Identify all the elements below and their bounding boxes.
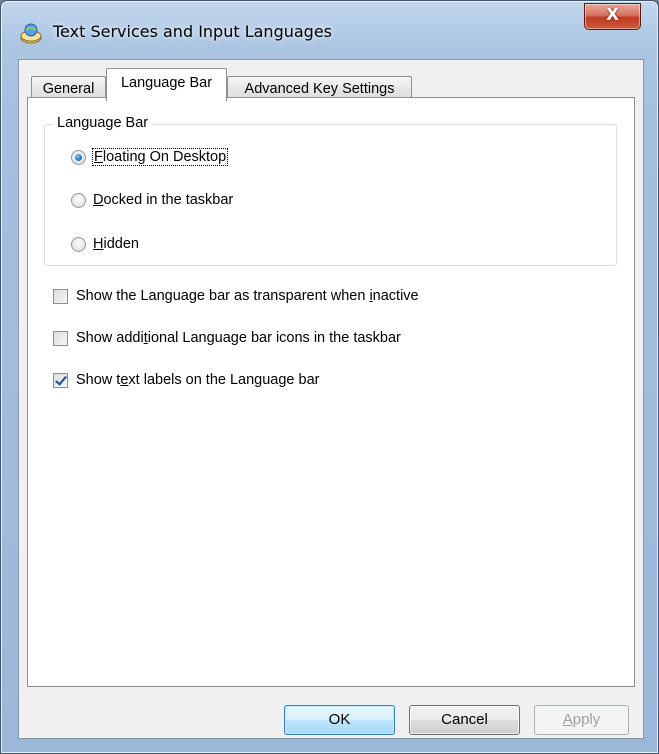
ok-button[interactable]: OK [284,705,395,735]
radio-docked-in-taskbar[interactable]: Docked in the taskbar [71,192,233,208]
checkbox-text-labels-label: Show text labels on the Language bar [76,372,320,388]
title-bar[interactable]: Text Services and Input Languages X [1,1,658,59]
keyboard-globe-icon [20,23,42,44]
dialog-window: Text Services and Input Languages X Gene… [0,0,659,754]
tab-advanced-key-settings-label: Advanced Key Settings [244,81,395,97]
tab-general-label: General [42,81,95,97]
apply-button-label: Apply [562,711,601,728]
ok-button-label: OK [328,711,351,728]
close-button[interactable]: X [584,3,641,30]
checkbox-transparent-when-inactive[interactable]: Show the Language bar as transparent whe… [53,288,419,304]
tab-language-bar[interactable]: Language Bar [106,68,227,101]
cancel-button[interactable]: Cancel [409,705,520,735]
checkbox-transparent-label: Show the Language bar as transparent whe… [76,288,419,304]
cancel-button-label: Cancel [441,711,488,728]
checkbox-additional-icons-label: Show additional Language bar icons in th… [76,330,401,346]
radio-floating-on-desktop[interactable]: Floating On Desktop [71,148,229,166]
radio-floating-label: Floating On Desktop [91,148,229,166]
radio-hidden[interactable]: Hidden [71,236,139,252]
radio-button-selected[interactable] [71,149,86,165]
checkbox-additional-icons-in-taskbar[interactable]: Show additional Language bar icons in th… [53,330,401,346]
checkbox-box-checked[interactable] [53,372,68,388]
language-bar-groupbox: Language Bar Floating On Desktop Docked … [44,115,617,266]
checkbox-show-text-labels[interactable]: Show text labels on the Language bar [53,372,320,388]
radio-button[interactable] [71,236,86,252]
radio-hidden-label: Hidden [93,236,139,252]
tab-panel-language-bar: Language Bar Floating On Desktop Docked … [27,97,635,687]
checkbox-box[interactable] [53,330,68,346]
window-title: Text Services and Input Languages [53,22,332,41]
radio-button[interactable] [71,192,86,208]
checkbox-box[interactable] [53,288,68,304]
tab-language-bar-label: Language Bar [120,75,213,91]
apply-button[interactable]: Apply [534,705,629,735]
groupbox-legend: Language Bar [53,115,153,131]
close-icon: X [605,5,620,25]
dialog-body: General Language Bar Advanced Key Settin… [18,59,644,739]
radio-docked-label: Docked in the taskbar [93,192,234,208]
